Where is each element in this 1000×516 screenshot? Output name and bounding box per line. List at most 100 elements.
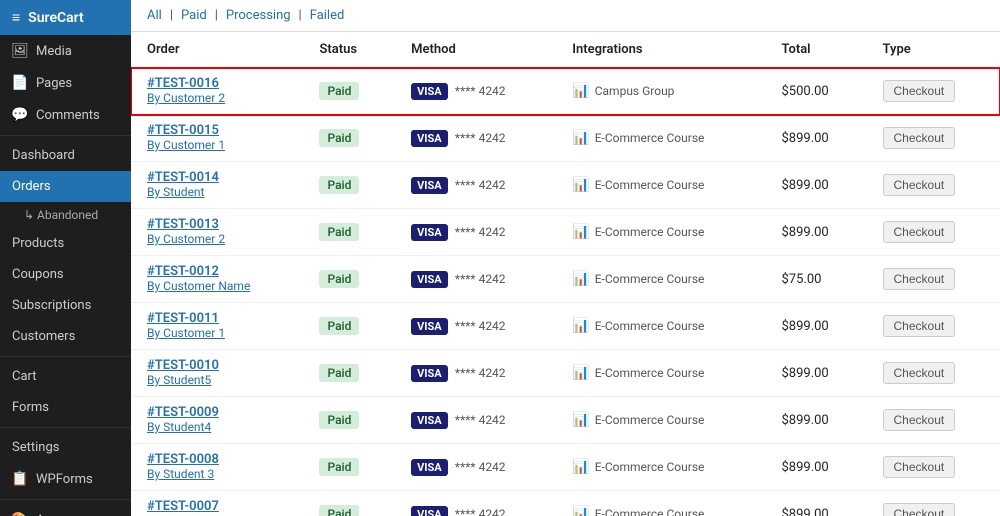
sidebar-item-customers[interactable]: Customers: [0, 321, 131, 352]
cell-order-2: #TEST-0014 By Student: [131, 162, 303, 209]
order-id-8[interactable]: #TEST-0008: [147, 452, 219, 467]
sidebar-label-settings: Settings: [12, 440, 59, 455]
media-icon: 🖼: [12, 43, 28, 59]
status-badge-5: Paid: [319, 317, 359, 335]
integration-name-5: E-Commerce Course: [595, 319, 705, 333]
sidebar-item-media[interactable]: 🖼 Media: [0, 35, 131, 67]
sidebar-label-cart: Cart: [12, 369, 37, 384]
order-id-5[interactable]: #TEST-0011: [147, 311, 219, 326]
sidebar-item-wpforms[interactable]: 📋 WPForms: [0, 463, 131, 495]
order-customer-6[interactable]: By Student5: [147, 373, 211, 387]
order-id-6[interactable]: #TEST-0010: [147, 358, 219, 373]
sidebar-divider-4: [0, 499, 131, 500]
sidebar-item-abandoned[interactable]: ↳ Abandoned: [0, 202, 131, 228]
sidebar-item-coupons[interactable]: Coupons: [0, 259, 131, 290]
integration-name-1: E-Commerce Course: [595, 131, 705, 145]
order-id-2[interactable]: #TEST-0014: [147, 170, 219, 185]
filter-sep-2: |: [215, 8, 218, 23]
integration-3: 📊 E-Commerce Course: [572, 224, 704, 240]
surecart-brand[interactable]: ≡ SureCart: [0, 0, 131, 35]
cell-type-5: Checkout: [867, 303, 1000, 350]
sidebar-item-forms[interactable]: Forms: [0, 392, 131, 423]
order-id-7[interactable]: #TEST-0009: [147, 405, 219, 420]
order-customer-4[interactable]: By Customer Name: [147, 279, 250, 293]
order-customer-7[interactable]: By Student4: [147, 420, 211, 434]
table-row: #TEST-0012 By Customer Name Paid VISA **…: [131, 256, 1000, 303]
status-badge-7: Paid: [319, 411, 359, 429]
orders-table: Order Status Method Integrations Total T…: [131, 32, 1000, 516]
order-id-4[interactable]: #TEST-0012: [147, 264, 219, 279]
order-customer-8[interactable]: By Student 3: [147, 467, 214, 481]
order-customer-1[interactable]: By Customer 1: [147, 138, 225, 152]
status-badge-1: Paid: [319, 129, 359, 147]
surecart-brand-label: SureCart: [28, 10, 84, 26]
method-last4-2: **** 4242: [455, 178, 506, 192]
cell-total-8: $899.00: [765, 444, 866, 491]
integration-name-3: E-Commerce Course: [595, 225, 705, 239]
col-type: Type: [867, 32, 1000, 68]
checkout-button-0[interactable]: Checkout: [883, 80, 956, 102]
total-amount-2: $899.00: [781, 178, 828, 193]
cell-type-8: Checkout: [867, 444, 1000, 491]
cell-status-2: Paid: [303, 162, 395, 209]
total-amount-9: $899.00: [781, 507, 828, 516]
order-customer-0[interactable]: By Customer 2: [147, 91, 225, 105]
order-id-3[interactable]: #TEST-0013: [147, 217, 219, 232]
bar-chart-icon-1: 📊: [572, 130, 589, 146]
cell-method-8: VISA **** 4242: [395, 444, 556, 491]
checkout-button-1[interactable]: Checkout: [883, 127, 956, 149]
order-customer-5[interactable]: By Customer 1: [147, 326, 225, 340]
total-amount-3: $899.00: [781, 225, 828, 240]
sidebar-item-comments[interactable]: 💬 Comments: [0, 99, 131, 131]
filter-processing[interactable]: Processing: [226, 8, 291, 23]
cell-order-0: #TEST-0016 By Customer 2: [131, 68, 303, 115]
method-last4-6: **** 4242: [455, 366, 506, 380]
sidebar-label-media: Media: [36, 44, 72, 59]
order-id-1[interactable]: #TEST-0015: [147, 123, 219, 138]
cell-method-4: VISA **** 4242: [395, 256, 556, 303]
checkout-button-6[interactable]: Checkout: [883, 362, 956, 384]
table-row: #TEST-0015 By Customer 1 Paid VISA **** …: [131, 115, 1000, 162]
order-id-9[interactable]: #TEST-0007: [147, 499, 219, 514]
checkout-button-4[interactable]: Checkout: [883, 268, 956, 290]
cell-method-6: VISA **** 4242: [395, 350, 556, 397]
cell-integration-6: 📊 E-Commerce Course: [556, 350, 765, 397]
bar-chart-icon-3: 📊: [572, 224, 589, 240]
checkout-button-2[interactable]: Checkout: [883, 174, 956, 196]
cell-status-3: Paid: [303, 209, 395, 256]
checkout-button-8[interactable]: Checkout: [883, 456, 956, 478]
checkout-button-5[interactable]: Checkout: [883, 315, 956, 337]
sidebar-item-settings[interactable]: Settings: [0, 432, 131, 463]
sidebar-item-appearance[interactable]: 🎨 Appearance: [0, 504, 131, 516]
table-row: #TEST-0008 By Student 3 Paid VISA **** 4…: [131, 444, 1000, 491]
method-last4-4: **** 4242: [455, 272, 506, 286]
order-id-0[interactable]: #TEST-0016: [147, 76, 219, 91]
sidebar-item-subscriptions[interactable]: Subscriptions: [0, 290, 131, 321]
sidebar-label-dashboard: Dashboard: [12, 148, 75, 163]
order-customer-2[interactable]: By Student: [147, 185, 204, 199]
filter-paid[interactable]: Paid: [181, 8, 207, 23]
cell-order-9: #TEST-0007 By Student: [131, 491, 303, 516]
checkout-button-9[interactable]: Checkout: [883, 503, 956, 516]
filter-failed[interactable]: Failed: [310, 8, 345, 23]
checkout-button-7[interactable]: Checkout: [883, 409, 956, 431]
sidebar-item-products[interactable]: Products: [0, 228, 131, 259]
cell-type-3: Checkout: [867, 209, 1000, 256]
orders-table-wrap: Order Status Method Integrations Total T…: [131, 32, 1000, 516]
integration-name-8: E-Commerce Course: [595, 460, 705, 474]
sidebar-item-pages[interactable]: 📄 Pages: [0, 67, 131, 99]
visa-badge-5: VISA: [411, 318, 448, 335]
filter-sep-3: |: [299, 8, 302, 23]
sidebar-item-orders[interactable]: Orders: [0, 171, 131, 202]
order-customer-3[interactable]: By Customer 2: [147, 232, 225, 246]
integration-name-0: Campus Group: [595, 84, 675, 98]
filter-all[interactable]: All: [147, 8, 162, 23]
sidebar-item-dashboard[interactable]: Dashboard: [0, 140, 131, 171]
cell-order-8: #TEST-0008 By Student 3: [131, 444, 303, 491]
integration-name-6: E-Commerce Course: [595, 366, 705, 380]
cell-total-1: $899.00: [765, 115, 866, 162]
total-amount-0: $500.00: [781, 84, 828, 99]
checkout-button-3[interactable]: Checkout: [883, 221, 956, 243]
cell-type-2: Checkout: [867, 162, 1000, 209]
sidebar-item-cart[interactable]: Cart: [0, 361, 131, 392]
